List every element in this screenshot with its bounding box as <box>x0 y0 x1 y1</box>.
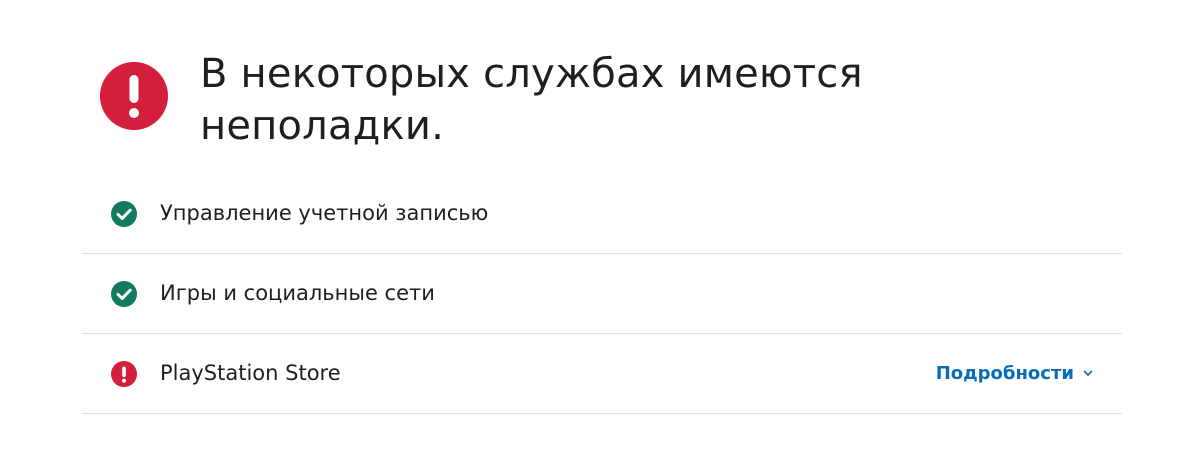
list-item-games-social: Игры и социальные сети <box>82 254 1122 334</box>
list-item-playstation-store: PlayStation Store Подробности <box>82 334 1122 414</box>
service-status-list: Управление учетной записью Игры и социал… <box>82 174 1122 414</box>
page-title: В некоторых службах имеются неполадки. <box>200 51 863 149</box>
exclamation-circle-icon <box>111 361 137 387</box>
list-item-account-management: Управление учетной записью <box>82 174 1122 254</box>
service-label: Управление учетной записью <box>160 201 489 225</box>
status-header: В некоторых службах имеются неполадки. <box>100 48 920 152</box>
check-circle-icon <box>111 281 137 307</box>
chevron-down-icon <box>1083 370 1093 376</box>
details-label: Подробности <box>935 363 1074 384</box>
service-label: Игры и социальные сети <box>160 281 435 305</box>
details-toggle-button[interactable]: Подробности <box>936 334 1094 413</box>
exclamation-circle-icon <box>100 62 168 130</box>
service-label: PlayStation Store <box>160 361 341 385</box>
check-circle-icon <box>111 201 137 227</box>
